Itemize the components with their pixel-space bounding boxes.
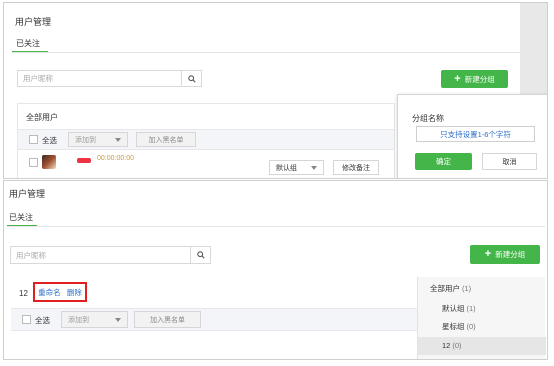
- sidebar-item-12[interactable]: 12 (0): [442, 341, 462, 350]
- new-group-button[interactable]: + 新建分组: [441, 70, 508, 88]
- select-all-label: 全选: [35, 316, 50, 325]
- new-group-button[interactable]: + 新建分组: [470, 245, 540, 264]
- current-group-name: 12: [19, 289, 28, 298]
- sidebar-item-label: 全部用户: [430, 284, 460, 293]
- search-icon: [187, 74, 196, 83]
- new-group-popup: 分组名称 只支持设置1-6个字符 确定 取消: [397, 94, 547, 178]
- tab-divider: [12, 52, 520, 53]
- sidebar-item-all-users[interactable]: 全部用户 (1): [430, 283, 471, 294]
- add-to-group-select[interactable]: 添加到: [68, 132, 128, 147]
- blacklist-button[interactable]: 加入黑名单: [136, 132, 196, 147]
- tab-divider: [7, 226, 545, 227]
- chevron-down-icon: [115, 137, 121, 142]
- add-to-label: 添加到: [75, 136, 96, 144]
- sidebar-item-label: 默认组: [442, 304, 465, 313]
- add-to-group-select[interactable]: 添加到: [61, 311, 128, 328]
- user-group-select[interactable]: 默认组: [269, 160, 324, 175]
- blacklist-button[interactable]: 加入黑名单: [134, 311, 201, 328]
- confirm-button[interactable]: 确定: [415, 153, 472, 170]
- cancel-button[interactable]: 取消: [482, 153, 537, 170]
- page-title: 用户管理: [15, 17, 52, 27]
- select-all-label: 全选: [42, 136, 57, 145]
- sidebar-item-label: 星标组: [442, 322, 465, 331]
- search-icon: [196, 251, 205, 259]
- user-avatar: [42, 155, 56, 169]
- section-title: 全部用户: [26, 113, 58, 122]
- user-group-label: 默认组: [276, 164, 297, 172]
- edit-note-button[interactable]: 修改备注: [333, 160, 379, 175]
- user-nickname-redacted: [77, 158, 91, 163]
- search-button[interactable]: [181, 71, 201, 86]
- group-name-input[interactable]: 只支持设置1-6个字符: [416, 126, 535, 142]
- chevron-down-icon: [115, 317, 121, 322]
- sidebar-item-count: (1): [466, 304, 476, 313]
- rename-delete-highlight: 重命名 删除: [33, 282, 87, 302]
- tab-followed[interactable]: 已关注: [9, 212, 33, 223]
- new-group-label: 新建分组: [464, 74, 495, 84]
- search-box: [10, 246, 211, 264]
- plus-icon: +: [484, 248, 492, 260]
- select-all-checkbox[interactable]: [22, 315, 31, 324]
- new-group-label: 新建分组: [495, 250, 526, 259]
- chevron-down-icon: [311, 165, 317, 170]
- bottom-screenshot-panel: 用户管理 已关注 + 新建分组 12 重命名 删除 全选 添加到 加入黑名单 全…: [3, 180, 548, 360]
- top-screenshot-panel: 用户管理 已关注 + 新建分组 全部用户 全选 添加到 加入黑名单 00:00:…: [3, 2, 548, 179]
- add-to-label: 添加到: [68, 316, 89, 324]
- group-sidebar: 全部用户 (1) 默认组 (1) 星标组 (0) 12 (0): [417, 277, 546, 359]
- sidebar-item-count: (0): [452, 341, 462, 350]
- popup-title: 分组名称: [412, 114, 444, 123]
- active-group-highlight: [418, 337, 546, 355]
- search-input[interactable]: [11, 247, 190, 263]
- rename-link[interactable]: 重命名: [38, 287, 61, 298]
- sidebar-item-default[interactable]: 默认组 (1): [442, 303, 476, 314]
- search-input[interactable]: [18, 71, 181, 86]
- search-box: [17, 70, 202, 87]
- user-row-checkbox[interactable]: [29, 158, 38, 167]
- sidebar-item-count: (1): [462, 284, 472, 293]
- search-button[interactable]: [190, 247, 210, 263]
- select-all-checkbox[interactable]: [29, 135, 38, 144]
- sidebar-item-count: (0): [466, 322, 476, 331]
- page-title: 用户管理: [9, 189, 46, 199]
- delete-link[interactable]: 删除: [67, 287, 82, 298]
- tab-followed[interactable]: 已关注: [16, 38, 40, 49]
- sidebar-item-starred[interactable]: 星标组 (0): [442, 321, 476, 332]
- sidebar-item-label: 12: [442, 341, 451, 350]
- plus-icon: +: [454, 72, 461, 85]
- user-remark-redacted: 00:00:00:00: [97, 155, 134, 162]
